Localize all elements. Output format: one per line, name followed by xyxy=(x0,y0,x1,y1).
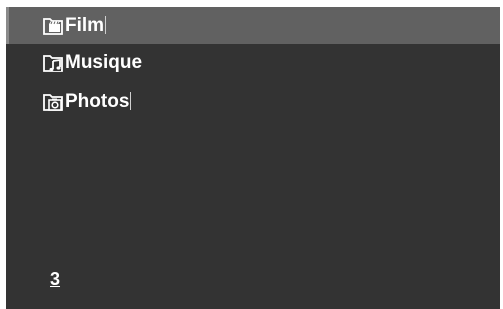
folder-music-icon xyxy=(42,52,64,74)
folder-item-musique[interactable]: Musique xyxy=(6,44,500,81)
item-count: 3 xyxy=(50,269,61,289)
text-caret xyxy=(105,16,107,34)
text-caret xyxy=(130,92,132,110)
folder-item-photos[interactable]: Photos xyxy=(6,83,500,120)
folder-photo-icon xyxy=(42,91,64,113)
folder-film-icon xyxy=(42,15,64,37)
folder-list-panel: Film Musique Photos xyxy=(6,7,500,309)
folder-item-label: Musique xyxy=(65,52,143,73)
folder-item-label: Film xyxy=(65,15,107,36)
folder-item-label: Photos xyxy=(65,91,132,112)
folder-item-film[interactable]: Film xyxy=(6,7,500,44)
